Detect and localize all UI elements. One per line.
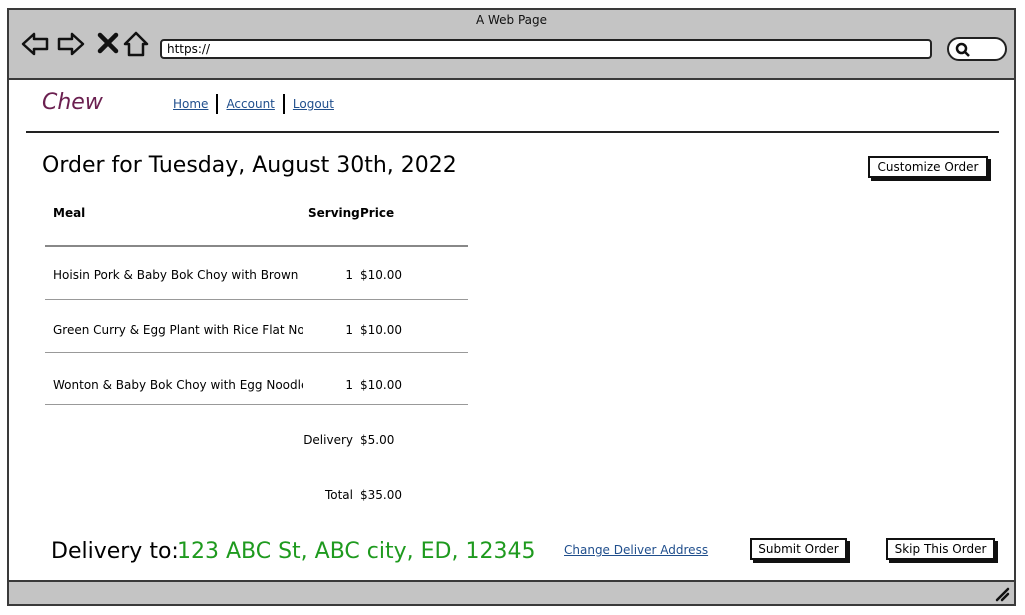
column-header-serving: Serving — [308, 206, 360, 220]
top-nav: Home Account Logout — [173, 94, 334, 114]
row-divider — [45, 299, 468, 300]
browser-window: A Web Page https:// Chew Home Account Lo… — [7, 8, 1016, 606]
meal-name: Wonton & Baby Bok Choy with Egg Noodle — [53, 378, 303, 392]
url-input[interactable]: https:// — [160, 39, 932, 59]
browser-chrome: A Web Page https:// — [9, 10, 1014, 80]
nav-separator — [282, 94, 285, 114]
total-label: Total — [324, 488, 353, 502]
delivery-fee-label: Delivery — [303, 433, 353, 447]
meal-name: Green Curry & Egg Plant with Rice Flat N… — [53, 323, 303, 337]
meal-name: Hoisin Pork & Baby Bok Choy with Brown R — [53, 268, 303, 282]
nav-home-link[interactable]: Home — [173, 97, 208, 111]
resize-grip-icon[interactable] — [994, 586, 1010, 602]
customize-order-button[interactable]: Customize Order — [868, 156, 988, 178]
close-icon[interactable] — [95, 30, 123, 58]
window-title: A Web Page — [475, 13, 548, 27]
column-header-meal: Meal — [53, 206, 86, 220]
search-icon — [955, 42, 970, 57]
delivery-to-label: Delivery to: — [51, 539, 179, 564]
delivery-fee-value: $5.00 — [360, 433, 395, 447]
row-divider — [45, 404, 468, 405]
nav-account-link[interactable]: Account — [226, 97, 274, 111]
meal-price: $10.00 — [360, 323, 402, 337]
delivery-address: 123 ABC St, ABC city, ED, 12345 — [177, 539, 536, 564]
column-header-price: Price — [360, 206, 395, 220]
meal-price: $10.00 — [360, 378, 402, 392]
serving-count: 1 — [345, 378, 353, 392]
meal-price: $10.00 — [360, 268, 402, 282]
search-button[interactable] — [947, 37, 1007, 61]
header-divider — [26, 131, 999, 133]
total-value: $35.00 — [360, 488, 402, 502]
serving-count: 1 — [345, 323, 353, 337]
nav-logout-link[interactable]: Logout — [293, 97, 334, 111]
page-title: Order for Tuesday, August 30th, 2022 — [42, 153, 457, 178]
status-bar — [9, 580, 1014, 604]
table-header-divider — [45, 245, 468, 247]
nav-separator — [216, 94, 219, 114]
home-icon[interactable] — [122, 30, 150, 58]
serving-count: 1 — [345, 268, 353, 282]
submit-order-button[interactable]: Submit Order — [750, 538, 847, 560]
forward-arrow-icon[interactable] — [57, 30, 85, 58]
row-divider — [45, 352, 468, 353]
skip-order-button[interactable]: Skip This Order — [886, 538, 995, 560]
change-address-link[interactable]: Change Deliver Address — [564, 543, 708, 557]
back-arrow-icon[interactable] — [21, 30, 49, 58]
app-logo[interactable]: Chew — [42, 90, 103, 115]
